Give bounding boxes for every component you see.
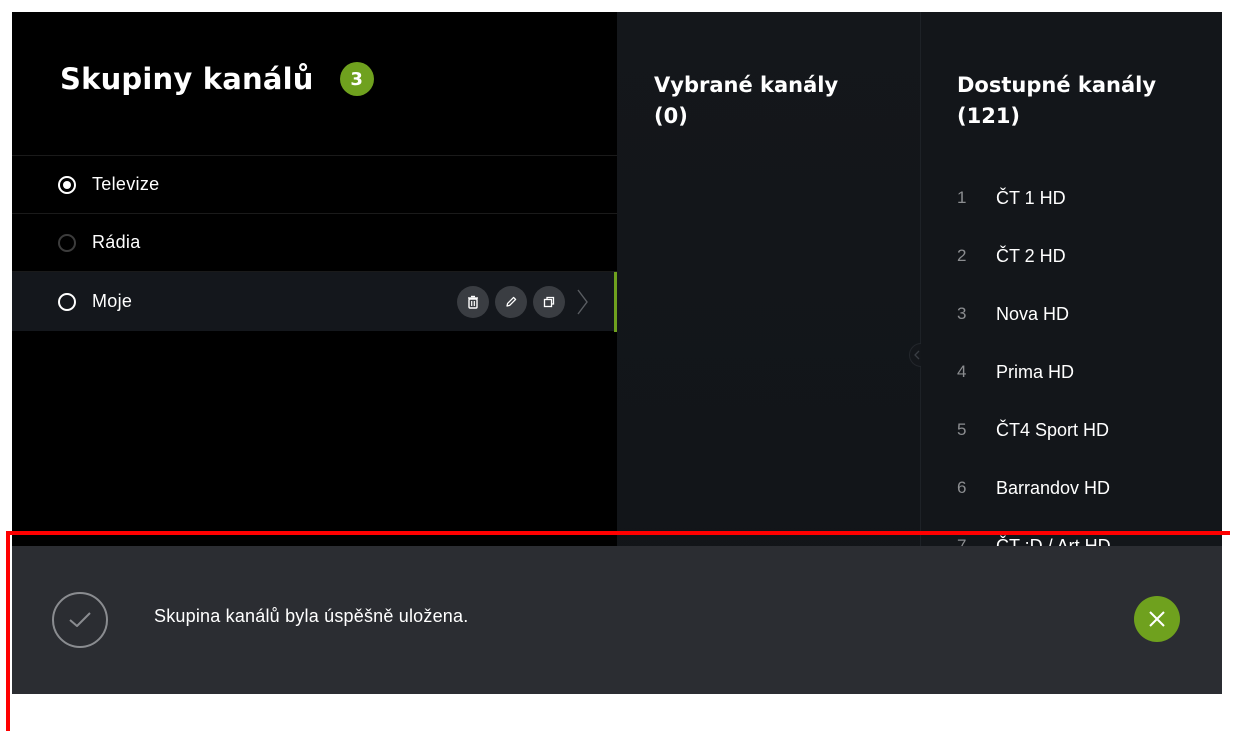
chevron-right-icon <box>577 289 588 315</box>
channel-name: Nova HD <box>996 303 1070 324</box>
channel-row[interactable]: 2 ČT 2 HD <box>957 227 1111 285</box>
channel-number: 4 <box>957 362 967 381</box>
open-group-button[interactable] <box>575 287 589 317</box>
channel-name: ČT 1 HD <box>996 187 1066 208</box>
channel-row[interactable]: 6 Barrandov HD <box>957 459 1111 517</box>
edit-group-button[interactable] <box>495 286 527 318</box>
group-list: Televize Rádia Moje <box>12 155 617 332</box>
channel-name: ČT 2 HD <box>996 245 1066 266</box>
channel-row[interactable]: 5 ČT4 Sport HD <box>957 401 1111 459</box>
tv-channel-groups-screen: Skupiny kanálů 3 Televize Rádia Moje Vyb… <box>12 12 1222 694</box>
radio-unchecked-icon[interactable] <box>58 292 76 311</box>
checkmark-circle-icon <box>69 612 91 627</box>
available-channel-list: 1 ČT 1 HD 2 ČT 2 HD 3 Nova HD 4 Prima HD… <box>957 169 1111 575</box>
success-indicator <box>52 592 108 648</box>
selected-channels-title: Vybrané kanály (0) <box>654 70 838 132</box>
group-item-televize[interactable]: Televize <box>12 155 617 213</box>
channel-name: Prima HD <box>996 361 1075 382</box>
group-label: Televize <box>92 174 160 194</box>
group-actions <box>451 286 589 318</box>
channel-number: 6 <box>957 478 967 497</box>
copy-group-button[interactable] <box>533 286 565 318</box>
toast-message: Skupina kanálů byla úspěšně uložena. <box>154 606 469 626</box>
radio-checked-icon[interactable] <box>58 175 76 194</box>
available-channels-title: Dostupné kanály (121) <box>957 70 1156 132</box>
close-icon <box>1149 611 1165 627</box>
page-title: Skupiny kanálů <box>60 62 314 96</box>
group-count-badge: 3 <box>339 62 374 96</box>
channel-row[interactable]: 4 Prima HD <box>957 343 1111 401</box>
groups-header: Skupiny kanálů 3 <box>60 62 374 96</box>
group-label: Rádia <box>92 232 141 252</box>
trash-icon <box>468 295 478 309</box>
close-toast-button[interactable] <box>1134 596 1180 642</box>
group-item-moje[interactable]: Moje <box>12 271 617 332</box>
available-channels-title-text: Dostupné kanály <box>957 73 1157 97</box>
group-item-radia[interactable]: Rádia <box>12 213 617 271</box>
selected-channels-count: (0) <box>654 104 688 128</box>
channel-name: ČT4 Sport HD <box>996 419 1110 440</box>
available-channels-count: (121) <box>957 104 1021 128</box>
channel-number: 1 <box>957 188 967 207</box>
radio-disabled-icon[interactable] <box>58 233 76 252</box>
channel-row[interactable]: 1 ČT 1 HD <box>957 169 1111 227</box>
copy-icon <box>543 296 555 308</box>
group-label: Moje <box>92 291 133 311</box>
pencil-icon <box>506 296 517 307</box>
channel-number: 3 <box>957 304 967 323</box>
channel-number: 5 <box>957 420 967 439</box>
success-toast: Skupina kanálů byla úspěšně uložena. <box>12 546 1222 694</box>
selected-channels-title-text: Vybrané kanály <box>654 73 839 97</box>
channel-number: 2 <box>957 246 967 265</box>
delete-group-button[interactable] <box>457 286 489 318</box>
channel-name: Barrandov HD <box>996 477 1111 498</box>
channel-row[interactable]: 3 Nova HD <box>957 285 1111 343</box>
